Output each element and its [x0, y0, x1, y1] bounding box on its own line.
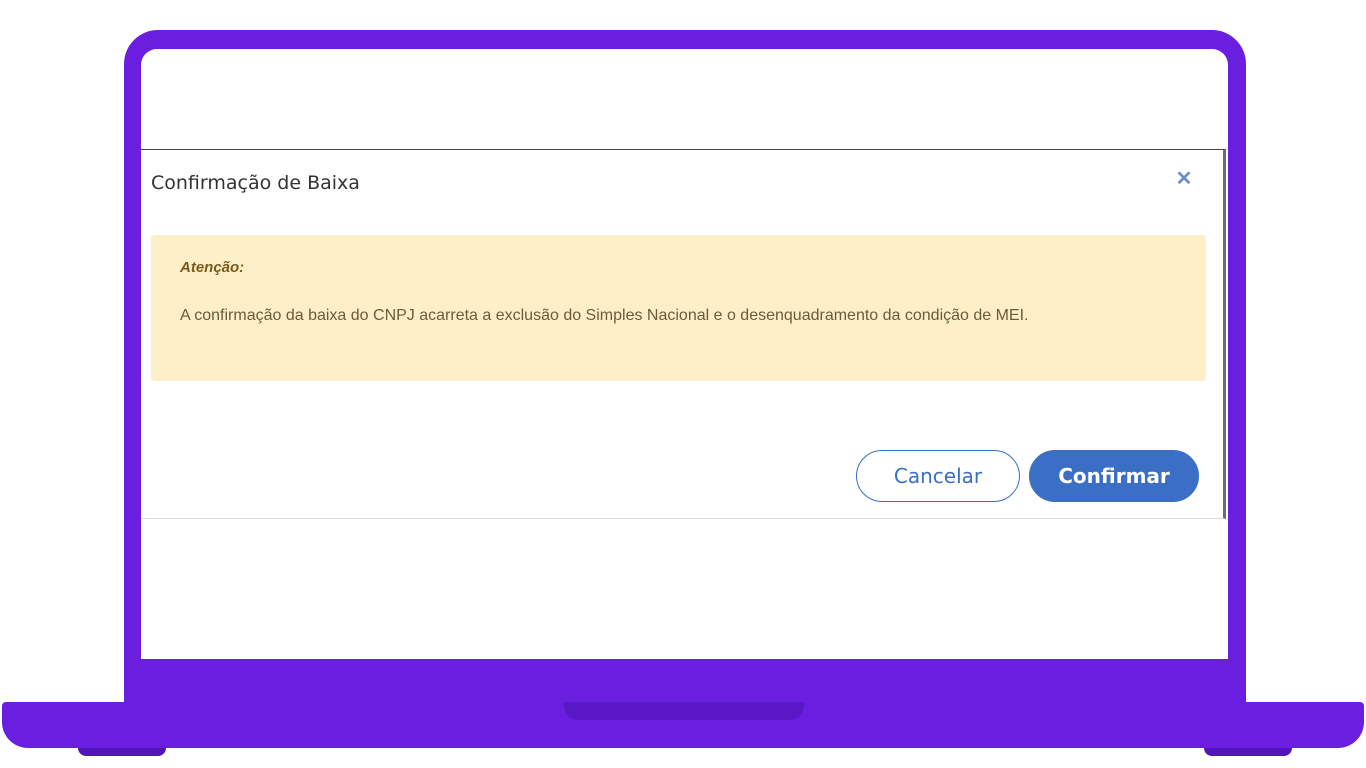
laptop-foot-right	[1204, 748, 1292, 756]
confirmation-dialog: Confirmação de Baixa ✕ Atenção: A confir…	[141, 149, 1226, 519]
laptop-mockup: Confirmação de Baixa ✕ Atenção: A confir…	[0, 0, 1366, 768]
confirm-button[interactable]: Confirmar	[1029, 450, 1199, 502]
dialog-title: Confirmação de Baixa	[151, 172, 360, 194]
laptop-base	[2, 702, 1364, 748]
laptop-foot-left	[78, 748, 166, 756]
alert-text: A confirmação da baixa do CNPJ acarreta …	[180, 307, 1029, 324]
laptop-lid: Confirmação de Baixa ✕ Atenção: A confir…	[124, 30, 1246, 714]
cancel-button[interactable]: Cancelar	[856, 450, 1020, 502]
laptop-trackpad-notch	[564, 702, 804, 720]
alert-heading: Atenção:	[180, 259, 245, 276]
warning-alert: Atenção: A confirmação da baixa do CNPJ …	[151, 235, 1206, 381]
close-icon[interactable]: ✕	[1173, 168, 1195, 190]
laptop-screen: Confirmação de Baixa ✕ Atenção: A confir…	[141, 49, 1228, 659]
